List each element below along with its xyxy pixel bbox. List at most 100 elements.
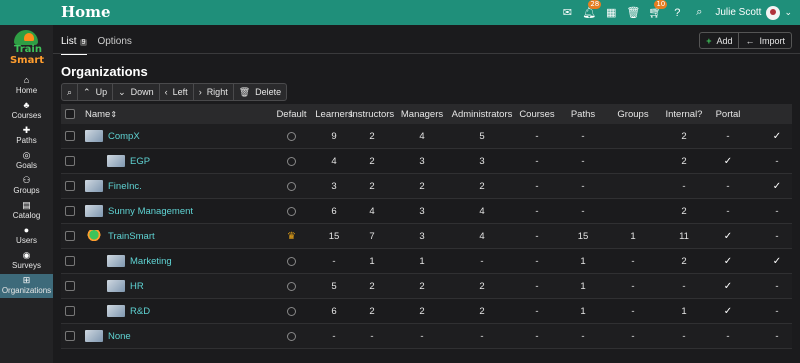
column-header-instructors[interactable]: Instructors [349, 104, 395, 124]
row-checkbox[interactable] [65, 181, 75, 191]
default-radio[interactable] [287, 181, 296, 191]
import-button[interactable]: ← Import [738, 33, 791, 48]
default-radio[interactable] [287, 206, 296, 216]
sidebar-item-users[interactable]: ● Users [0, 224, 53, 248]
cell-groups: 2 [681, 205, 687, 217]
default-radio[interactable] [287, 256, 296, 266]
org-name-link[interactable]: EGP [107, 149, 150, 173]
cell-managers: 1 [419, 255, 425, 267]
sidebar-item-surveys[interactable]: ◉ Surveys [0, 249, 53, 273]
column-header-administrators[interactable]: Administrators [449, 104, 515, 124]
column-header-courses[interactable]: Courses [517, 104, 557, 124]
trainsmart-logo[interactable]: Train Smart [8, 30, 46, 70]
sidebar-item-groups[interactable]: ⚇ Groups [0, 174, 53, 198]
left-button[interactable]: ‹ Left [158, 84, 193, 100]
avatar[interactable] [766, 5, 781, 20]
delete-button[interactable]: 🗑︎ Delete [232, 84, 286, 100]
org-thumbnail [107, 155, 125, 167]
cart-icon[interactable]: 🛒︎ 10 [647, 0, 668, 21]
cell-portal: - [775, 330, 779, 342]
org-name-link[interactable]: FineInc. [85, 174, 142, 198]
column-header-internal[interactable]: Internal? [659, 104, 709, 124]
org-thumbnail [107, 280, 125, 292]
sidebar-item-organizations[interactable]: ⊞ Organizations [0, 274, 53, 298]
cell-paths: 1 [580, 305, 586, 317]
row-checkbox[interactable] [65, 131, 75, 141]
default-radio[interactable] [287, 156, 296, 166]
cell-managers: 2 [419, 305, 425, 317]
chevron-left-icon: ‹ [164, 87, 168, 97]
cell-administrators: - [480, 255, 484, 267]
table-row[interactable]: Marketing - 1 1 - - 1 - 2 ✓ ✓ [61, 249, 792, 274]
search-icon[interactable]: ⌕ [691, 5, 707, 21]
up-button[interactable]: ⌃ Up [77, 84, 112, 100]
sidebar-item-courses[interactable]: ♣ Courses [0, 99, 53, 123]
org-name-link[interactable]: HR [107, 274, 144, 298]
row-checkbox[interactable] [65, 331, 75, 341]
table-row[interactable]: CompX 9 2 4 5 - - 2 - ✓ [61, 124, 792, 149]
column-header-name[interactable]: Name ⇕ [85, 104, 117, 124]
sidebar-item-label: Organizations [1, 286, 52, 295]
tab-list-count: 9 [79, 39, 88, 46]
cell-groups: 2 [681, 155, 687, 167]
table-row[interactable]: EGP 4 2 3 3 - - 2 ✓ - [61, 149, 792, 174]
column-header-default[interactable]: Default [269, 104, 314, 124]
table-row[interactable]: TrainSmart ♛ 15 7 3 4-15 1 11 ✓ - [61, 224, 792, 249]
cell-groups: 1 [630, 230, 636, 242]
cell-portal: - [775, 230, 779, 242]
sidebar-item-home[interactable]: ⌂ Home [0, 74, 53, 98]
sidebar-item-label: Groups [13, 186, 40, 195]
search-button[interactable]: ⌕ [62, 84, 77, 100]
cell-internal: - [726, 180, 730, 192]
sidebar-item-paths[interactable]: ✚ Paths [0, 124, 53, 148]
check-icon: ✓ [723, 155, 733, 167]
org-name-link[interactable]: TrainSmart [85, 224, 155, 248]
row-checkbox[interactable] [65, 156, 75, 166]
select-all-checkbox[interactable] [65, 109, 75, 119]
bell-icon[interactable]: 🔔︎ 28 [581, 0, 602, 21]
default-radio[interactable] [287, 131, 296, 141]
cell-instructors: 2 [369, 155, 375, 167]
right-button[interactable]: › Right [192, 84, 233, 100]
table-row[interactable]: Sunny Management 6 4 3 4 - - 2 - - [61, 199, 792, 224]
org-name-link[interactable]: None [85, 324, 131, 348]
trash-icon[interactable]: 🗑︎ [625, 5, 641, 21]
column-header-managers[interactable]: Managers [399, 104, 445, 124]
add-button[interactable]: + Add [700, 33, 738, 48]
calendar-icon[interactable]: ▦ [603, 5, 619, 21]
cell-managers: 3 [419, 230, 425, 242]
column-header-groups[interactable]: Groups [613, 104, 653, 124]
table-row[interactable]: HR 5 2 2 2 - 1 - - ✓ - [61, 274, 792, 299]
cell-courses: - [535, 155, 539, 167]
sidebar-item-goals[interactable]: ◎ Goals [0, 149, 53, 173]
down-button[interactable]: ⌄ Down [112, 84, 159, 100]
row-checkbox[interactable] [65, 231, 75, 241]
column-header-portal[interactable]: Portal [711, 104, 745, 124]
column-header-paths[interactable]: Paths [563, 104, 603, 124]
row-checkbox[interactable] [65, 306, 75, 316]
row-checkbox[interactable] [65, 206, 75, 216]
org-name-link[interactable]: Sunny Management [85, 199, 193, 223]
table-row[interactable]: FineInc. 3 2 2 2 - - - - ✓ [61, 174, 792, 199]
column-header-learners[interactable]: Learners [315, 104, 353, 124]
table-row[interactable]: R&D 6 2 2 2 - 1 - 1 ✓ - [61, 299, 792, 324]
cell-paths: - [581, 205, 585, 217]
org-name-link[interactable]: R&D [107, 299, 150, 323]
row-checkbox[interactable] [65, 256, 75, 266]
user-name[interactable]: Julie Scott [715, 7, 761, 18]
cell-internal: ✓ [711, 149, 745, 173]
row-checkbox[interactable] [65, 281, 75, 291]
default-radio[interactable] [287, 306, 296, 316]
mail-icon[interactable]: ✉ [559, 5, 575, 21]
org-name-link[interactable]: Marketing [107, 249, 172, 273]
default-radio[interactable] [287, 281, 296, 291]
cell-administrators: 5 [479, 130, 485, 142]
default-radio[interactable] [287, 331, 296, 341]
table-row[interactable]: None - - - - - - - - - - [61, 324, 792, 349]
org-name-link[interactable]: CompX [85, 124, 140, 148]
cell-administrators: 3 [479, 155, 485, 167]
help-icon[interactable]: ? [669, 5, 685, 21]
sidebar-item-catalog[interactable]: ▤ Catalog [0, 199, 53, 223]
cell-default: ♛ [269, 224, 314, 248]
chevron-down-icon[interactable]: ⌄ [784, 7, 792, 18]
